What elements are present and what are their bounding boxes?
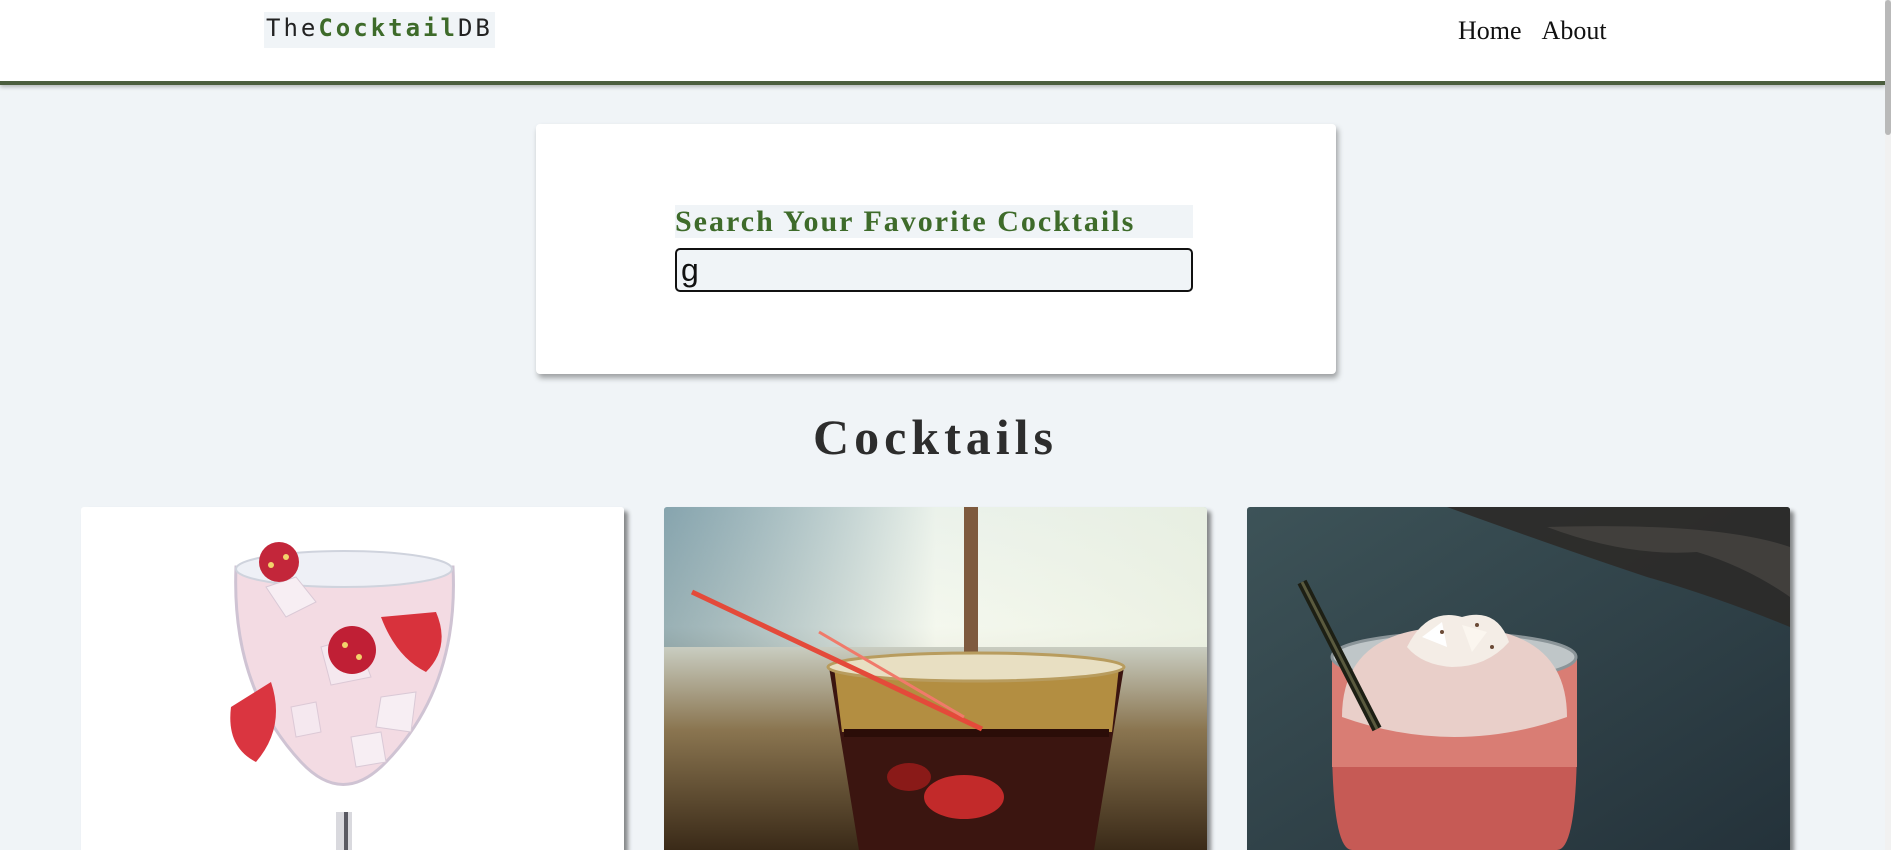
cocktail-image-2[interactable] bbox=[664, 507, 1207, 850]
cocktail-image-3[interactable] bbox=[1247, 507, 1790, 850]
search-form: Search Your Favorite Cocktails bbox=[536, 124, 1336, 374]
logo-suffix: DB bbox=[457, 14, 493, 42]
cocktail-card-2[interactable] bbox=[664, 507, 1207, 850]
cocktail-card-3[interactable] bbox=[1247, 507, 1790, 850]
scrollbar-thumb[interactable] bbox=[1885, 0, 1891, 135]
cocktail-image-1[interactable] bbox=[81, 507, 624, 850]
scrollbar[interactable] bbox=[1885, 0, 1891, 850]
logo-brand: Cocktail bbox=[318, 14, 458, 42]
search-label: Search Your Favorite Cocktails bbox=[675, 205, 1193, 238]
nav-link-home[interactable]: Home bbox=[1458, 16, 1522, 46]
logo[interactable]: TheCocktailDB bbox=[264, 12, 495, 48]
navbar: TheCocktailDB Home About bbox=[0, 0, 1885, 85]
section-title: Cocktails bbox=[813, 409, 1058, 465]
nav-links: Home About bbox=[1458, 16, 1607, 46]
logo-prefix: The bbox=[266, 14, 319, 42]
cocktail-card-1[interactable] bbox=[81, 507, 624, 850]
nav-link-about[interactable]: About bbox=[1542, 16, 1607, 46]
search-input[interactable] bbox=[675, 248, 1193, 292]
